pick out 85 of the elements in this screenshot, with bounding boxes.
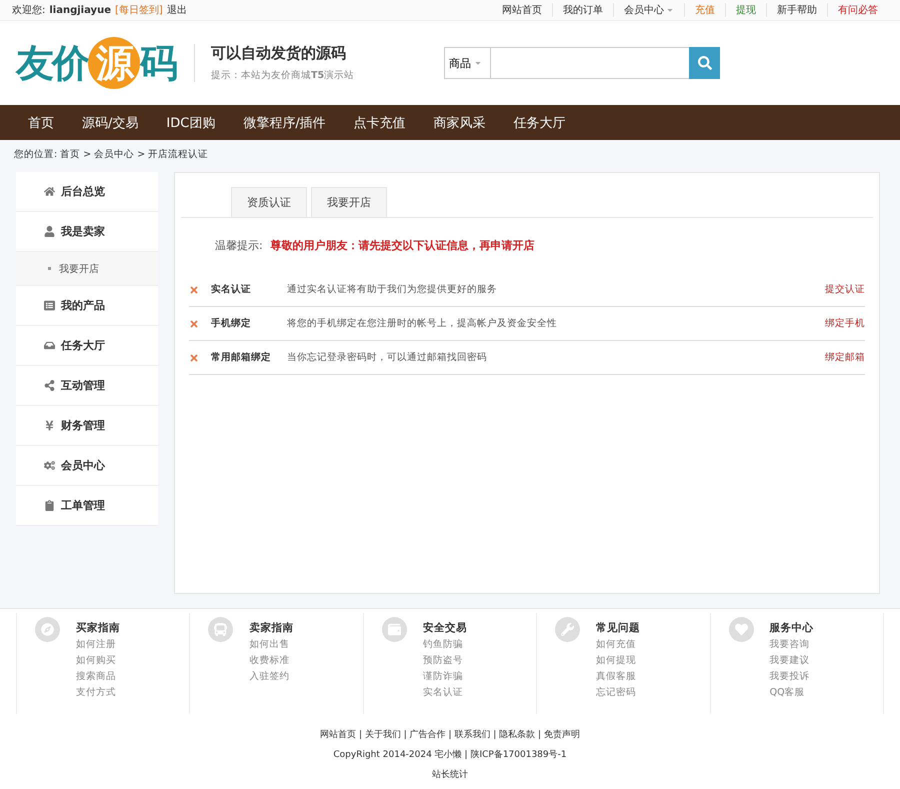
footer-title: 买家指南 <box>76 621 120 635</box>
nav-item[interactable]: 首页 <box>14 105 68 140</box>
sidebar-item[interactable]: 财务管理 <box>16 406 158 446</box>
footer-link[interactable]: 真假客服 <box>596 670 640 683</box>
footer-link[interactable]: 实名认证 <box>422 686 467 699</box>
sidebar-item[interactable]: 会员中心 <box>16 446 158 486</box>
copyright-text: CopyRight 2014-2024 宅小懒 | 陕ICP备17001389号-1 <box>333 748 567 761</box>
footer-link[interactable]: 如何充值 <box>596 638 640 651</box>
footer-title: 服务中心 <box>770 621 814 635</box>
breadcrumb-label: 您的位置: <box>14 148 58 160</box>
caret-icon <box>666 6 674 14</box>
footer-link[interactable]: 忘记密码 <box>596 686 640 699</box>
nav-item[interactable]: 任务大厅 <box>500 105 580 140</box>
verification-title: 实名认证 <box>211 283 252 296</box>
gears-icon <box>44 460 55 471</box>
clipboard-icon <box>44 500 55 511</box>
sidebar-item[interactable]: 工单管理 <box>16 486 158 526</box>
footer-title: 常见问题 <box>596 621 640 635</box>
sidebar-item[interactable]: 任务大厅 <box>16 326 158 366</box>
wrench-icon <box>555 617 580 642</box>
user-icon <box>44 226 55 237</box>
notice-label: 温馨提示: <box>215 238 263 253</box>
logout-link[interactable]: 退出 <box>166 3 187 17</box>
tab[interactable]: 我要开店 <box>311 187 387 217</box>
footer-link[interactable]: 如何出售 <box>249 638 294 651</box>
nav-item[interactable]: IDC团购 <box>152 105 230 140</box>
stats-link[interactable]: 站长统计 <box>432 768 468 781</box>
verification-title: 手机绑定 <box>211 317 252 330</box>
footer-link[interactable]: 搜索商品 <box>76 670 120 683</box>
list-icon <box>44 300 55 311</box>
tip-text: 提示：本站为友价商城T5演示站 <box>211 69 354 82</box>
home-icon <box>44 186 55 197</box>
site-logo: 友价 源 码 <box>16 37 176 89</box>
top-link[interactable]: 我的订单 <box>552 3 613 17</box>
footer-link[interactable]: 我要咨询 <box>770 638 814 651</box>
notice-message: 尊敬的用户朋友：请先提交以下认证信息，再申请开店 <box>270 238 535 253</box>
verification-link[interactable]: 绑定手机 <box>825 317 865 330</box>
verification-description: 通过实名认证将有助于我们为您提供更好的服务 <box>287 283 498 296</box>
bus-icon <box>208 617 234 642</box>
slogan: 可以自动发货的源码 <box>211 44 347 63</box>
footer-link[interactable]: 钓鱼防骗 <box>422 638 467 651</box>
tab[interactable]: 资质认证 <box>231 187 307 217</box>
footer-title: 卖家指南 <box>249 621 294 635</box>
bottom-links: 网站首页 | 关于我们 | 广告合作 | 联系我们 | 隐私条款 | 免责声明 <box>320 728 580 741</box>
bullet-icon <box>48 267 51 270</box>
share-icon <box>44 380 55 391</box>
footer-link[interactable]: 支付方式 <box>76 686 120 699</box>
nav-item[interactable]: 商家风采 <box>420 105 500 140</box>
tray-icon <box>44 340 55 351</box>
welcome-text: 欢迎您: <box>12 4 46 17</box>
footer-title: 安全交易 <box>422 621 467 635</box>
top-link[interactable]: 充值 <box>684 3 725 17</box>
footer-link[interactable]: 谨防诈骗 <box>422 670 467 683</box>
top-link[interactable]: 会员中心 <box>613 3 684 17</box>
top-link[interactable]: 新手帮助 <box>766 3 827 17</box>
footer-link[interactable]: 预防盗号 <box>422 654 467 667</box>
verification-description: 当你忘记登录密码时，可以通过邮箱找回密码 <box>287 351 488 364</box>
footer-link[interactable]: 入驻签约 <box>249 670 294 683</box>
compass-icon <box>35 617 60 642</box>
footer-link[interactable]: 收费标准 <box>249 654 294 667</box>
checkin-link[interactable]: [每日签到] <box>114 3 163 17</box>
verification-link[interactable]: 绑定邮箱 <box>825 351 865 364</box>
footer-link[interactable]: 我要建议 <box>770 654 814 667</box>
sidebar-subitem[interactable]: 我要开店 <box>16 252 158 286</box>
footer-link[interactable]: 如何注册 <box>76 638 120 651</box>
verification-description: 将您的手机绑定在您注册时的帐号上，提高帐户及资金安全性 <box>287 317 558 330</box>
sidebar-item[interactable]: 我的产品 <box>16 286 158 326</box>
footer-link[interactable]: QQ客服 <box>770 686 814 699</box>
sidebar-item[interactable]: 后台总览 <box>16 172 158 212</box>
footer-link[interactable]: 如何购买 <box>76 654 120 667</box>
top-link[interactable]: 有问必答 <box>827 3 888 17</box>
verification-link[interactable]: 提交认证 <box>825 283 865 296</box>
footer-link[interactable]: 我要投诉 <box>770 670 814 683</box>
yen-icon <box>44 420 55 431</box>
nav-item[interactable]: 源码/交易 <box>68 105 152 140</box>
top-link[interactable]: 网站首页 <box>492 3 552 17</box>
username: liangjiayue <box>49 4 111 16</box>
verification-title: 常用邮箱绑定 <box>211 351 272 364</box>
top-link[interactable]: 提现 <box>725 3 766 17</box>
nav-item[interactable]: 点卡充值 <box>340 105 420 140</box>
nav-item[interactable]: 微擎程序/插件 <box>229 105 340 140</box>
footer-link[interactable]: 如何提现 <box>596 654 640 667</box>
sidebar-item[interactable]: 互动管理 <box>16 366 158 406</box>
breadcrumb-path: 首页 > 会员中心 > 开店流程认证 <box>60 148 208 160</box>
wallet-icon <box>382 617 407 642</box>
